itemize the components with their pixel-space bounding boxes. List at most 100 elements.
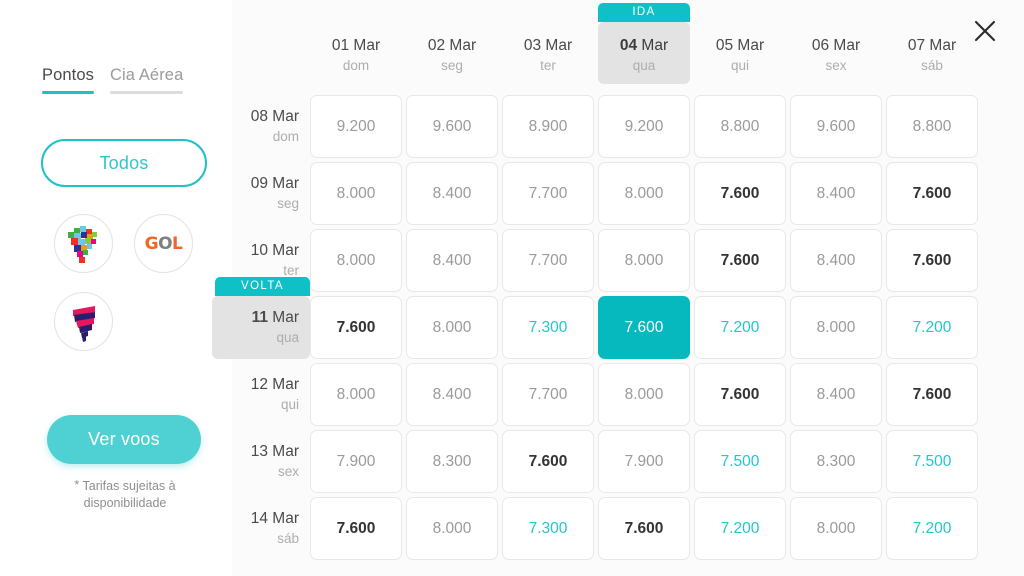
calendar-row-header[interactable]: 09 Mar seg <box>212 162 310 225</box>
price-cell[interactable]: 7.600 <box>598 497 690 560</box>
price-cell[interactable]: 7.700 <box>502 162 594 225</box>
calendar-row-header[interactable]: 13 Mar sex <box>212 430 310 493</box>
column-weekday: qua <box>632 58 656 73</box>
calendar-column-header[interactable]: IDA 04 Mar qua <box>598 3 690 84</box>
row-weekday: dom <box>272 129 299 144</box>
sidebar: Pontos Cia Aérea Todos GOL Ver voos * Ta… <box>0 0 232 576</box>
price-cell[interactable]: 8.400 <box>406 363 498 426</box>
flight-calendar-modal: Pontos Cia Aérea Todos GOL Ver voos * Ta… <box>0 0 1024 576</box>
price-cell[interactable]: 8.000 <box>406 296 498 359</box>
price-cell[interactable]: 7.500 <box>886 430 978 493</box>
price-cell[interactable]: 7.900 <box>310 430 402 493</box>
price-cell[interactable]: 7.600 <box>694 162 786 225</box>
price-cell[interactable]: 8.400 <box>790 229 882 292</box>
column-date: 02 Mar <box>427 37 477 54</box>
tab-cia-aerea[interactable]: Cia Aérea <box>109 66 184 94</box>
calendar-row-header[interactable]: 08 Mar dom <box>212 95 310 158</box>
price-cell-group: 9.200 9.600 8.900 9.200 8.800 9.600 8.800 <box>310 95 978 158</box>
price-cell[interactable]: 8.300 <box>790 430 882 493</box>
row-weekday: seg <box>277 196 299 211</box>
calendar-column-header[interactable]: 03 Mar ter <box>502 22 594 84</box>
price-cell[interactable]: 9.200 <box>598 95 690 158</box>
price-cell[interactable]: 7.600 <box>886 162 978 225</box>
price-cell[interactable]: 8.400 <box>406 162 498 225</box>
azul-logo-icon[interactable] <box>54 292 113 351</box>
calendar-column-header[interactable]: 01 Mar dom <box>310 22 402 84</box>
price-cell-group: 8.000 8.400 7.700 8.000 7.600 8.400 7.600 <box>310 229 978 292</box>
calendar-row: 13 Mar sex 7.900 8.300 7.600 7.900 7.500 8.300 7… <box>212 430 978 493</box>
latam-logo-icon[interactable] <box>54 214 113 273</box>
price-cell[interactable]: 7.900 <box>598 430 690 493</box>
price-cell[interactable]: 8.000 <box>310 229 402 292</box>
row-date: 14 Mar <box>250 510 299 527</box>
gol-logo-icon[interactable]: GOL <box>134 214 193 273</box>
gol-glyph: GOL <box>144 233 183 254</box>
price-cell[interactable]: 8.000 <box>310 162 402 225</box>
price-cell[interactable]: 7.300 <box>502 497 594 560</box>
calendar-row-header[interactable]: 14 Mar sáb <box>212 497 310 560</box>
row-date: 09 Mar <box>250 175 299 192</box>
calendar-column-header[interactable]: 06 Mar sex <box>790 22 882 84</box>
price-cell[interactable]: 7.200 <box>886 497 978 560</box>
price-cell[interactable]: 7.600 <box>310 296 402 359</box>
airline-logo-row: GOL <box>54 214 214 273</box>
price-cell[interactable]: 8.000 <box>598 162 690 225</box>
price-cell[interactable]: 7.200 <box>694 497 786 560</box>
price-cell[interactable]: 9.600 <box>406 95 498 158</box>
calendar-column-header[interactable]: 07 Mar sáb <box>886 22 978 84</box>
row-weekday: qua <box>276 330 299 345</box>
tab-cia-aerea-label: Cia Aérea <box>109 66 184 84</box>
price-cell[interactable]: 8.900 <box>502 95 594 158</box>
calendar-row-header[interactable]: VOLTA 11 Mar qua <box>212 277 310 359</box>
calendar-row: 12 Mar qui 8.000 8.400 7.700 8.000 7.600 8.400 7… <box>212 363 978 426</box>
price-cell[interactable]: 7.500 <box>694 430 786 493</box>
price-cell[interactable]: 8.000 <box>790 497 882 560</box>
price-cell[interactable]: 7.700 <box>502 363 594 426</box>
column-date: 01 Mar <box>331 37 381 54</box>
price-cell[interactable]: 8.400 <box>790 162 882 225</box>
price-cell[interactable]: 7.200 <box>694 296 786 359</box>
azul-glyph <box>72 305 95 342</box>
calendar-column-header[interactable]: 02 Mar seg <box>406 22 498 84</box>
price-cell[interactable]: 8.000 <box>406 497 498 560</box>
column-weekday: sáb <box>921 58 943 73</box>
price-cell[interactable]: 7.600 <box>886 363 978 426</box>
price-cell[interactable]: 7.600 <box>694 229 786 292</box>
price-cell[interactable]: 7.200 <box>886 296 978 359</box>
price-cell[interactable]: 8.400 <box>790 363 882 426</box>
price-cell[interactable]: 9.600 <box>790 95 882 158</box>
price-cell-group: 8.000 8.400 7.700 8.000 7.600 8.400 7.600 <box>310 363 978 426</box>
price-cell[interactable]: 8.800 <box>694 95 786 158</box>
price-cell[interactable]: 9.200 <box>310 95 402 158</box>
price-cell[interactable]: 7.600 <box>310 497 402 560</box>
price-cell[interactable]: 8.800 <box>886 95 978 158</box>
price-cell[interactable]: 8.300 <box>406 430 498 493</box>
price-cell-group: 7.900 8.300 7.600 7.900 7.500 8.300 7.500 <box>310 430 978 493</box>
price-cell[interactable]: 7.600 <box>886 229 978 292</box>
airline-logo-row <box>54 292 214 351</box>
price-cell[interactable]: 8.400 <box>406 229 498 292</box>
price-cell[interactable]: 8.000 <box>310 363 402 426</box>
column-date: 07 Mar <box>907 37 957 54</box>
price-cell[interactable]: 7.700 <box>502 229 594 292</box>
calendar-row: 08 Mar dom 9.200 9.600 8.900 9.200 8.800 9.600 8… <box>212 95 978 158</box>
filter-all-button[interactable]: Todos <box>41 139 207 187</box>
price-cell[interactable]: 7.300 <box>502 296 594 359</box>
calendar-row-header[interactable]: 12 Mar qui <box>212 363 310 426</box>
price-cell[interactable]: 8.000 <box>598 363 690 426</box>
calendar-column-headers: 01 Mar dom 02 Mar seg 03 Mar ter IDA 04 Mar qua 0… <box>310 3 978 84</box>
price-cell[interactable]: 7.600 <box>598 296 690 359</box>
calendar-row: 10 Mar ter 8.000 8.400 7.700 8.000 7.600 8.400 7… <box>212 229 978 292</box>
price-cell[interactable]: 7.600 <box>694 363 786 426</box>
disclaimer-star: * <box>74 478 80 492</box>
price-cell[interactable]: 8.000 <box>598 229 690 292</box>
tab-pontos[interactable]: Pontos <box>42 66 94 94</box>
price-cell[interactable]: 7.600 <box>502 430 594 493</box>
see-flights-button[interactable]: Ver voos <box>47 415 201 464</box>
row-date: 13 Mar <box>250 443 299 460</box>
column-weekday: seg <box>441 58 463 73</box>
price-cell[interactable]: 8.000 <box>790 296 882 359</box>
price-cell-group: 7.600 8.000 7.300 7.600 7.200 8.000 7.200 <box>310 497 978 560</box>
column-weekday: qui <box>730 58 749 73</box>
calendar-column-header[interactable]: 05 Mar qui <box>694 22 786 84</box>
